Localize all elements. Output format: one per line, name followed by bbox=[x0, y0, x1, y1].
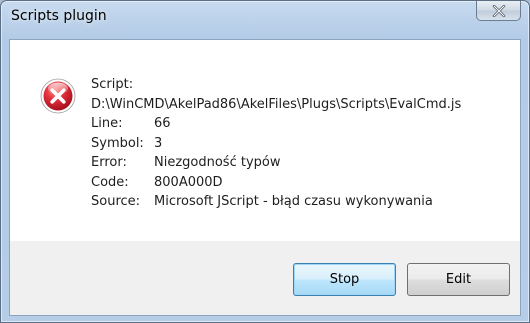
symbol-value: 3 bbox=[154, 135, 163, 151]
close-icon bbox=[492, 4, 505, 17]
stop-button[interactable]: Stop bbox=[293, 263, 396, 296]
error-row: Error: Niezgodność typów bbox=[91, 153, 511, 173]
error-value: Niezgodność typów bbox=[154, 155, 281, 170]
window-title: Scripts plugin bbox=[11, 8, 107, 24]
error-label: Error: bbox=[91, 155, 127, 170]
source-value: Microsoft JScript - błąd czasu wykonywan… bbox=[154, 194, 433, 209]
error-icon bbox=[40, 78, 76, 114]
symbol-row: Symbol: 3 bbox=[91, 134, 511, 154]
source-row: Source: Microsoft JScript - błąd czasu w… bbox=[91, 192, 511, 212]
code-row: Code: 800A000D bbox=[91, 173, 511, 193]
title-bar[interactable]: Scripts plugin bbox=[1, 1, 529, 39]
script-label-row: Script: bbox=[91, 75, 511, 95]
code-label: Code: bbox=[91, 174, 129, 190]
script-path-row: D:\WinCMD\AkelPad86\AkelFiles\Plugs\Scri… bbox=[91, 95, 511, 115]
code-value: 800A000D bbox=[154, 174, 223, 190]
source-label: Source: bbox=[91, 194, 141, 209]
close-button[interactable] bbox=[476, 1, 521, 21]
symbol-label: Symbol: bbox=[91, 135, 144, 151]
dialog-window: Scripts plugin Script: D:\WinCMD\AkelPad… bbox=[0, 0, 530, 323]
message-area: Script: D:\WinCMD\AkelPad86\AkelFiles\Pl… bbox=[10, 40, 520, 241]
script-label: Script: bbox=[91, 77, 134, 92]
error-message: Script: D:\WinCMD\AkelPad86\AkelFiles\Pl… bbox=[91, 75, 511, 212]
script-path: D:\WinCMD\AkelPad86\AkelFiles\Plugs\Scri… bbox=[91, 96, 462, 112]
edit-button[interactable]: Edit bbox=[407, 263, 510, 296]
line-value: 66 bbox=[154, 116, 171, 131]
dialog-content: Script: D:\WinCMD\AkelPad86\AkelFiles\Pl… bbox=[9, 39, 521, 316]
line-row: Line: 66 bbox=[91, 114, 511, 134]
line-label: Line: bbox=[91, 116, 123, 131]
